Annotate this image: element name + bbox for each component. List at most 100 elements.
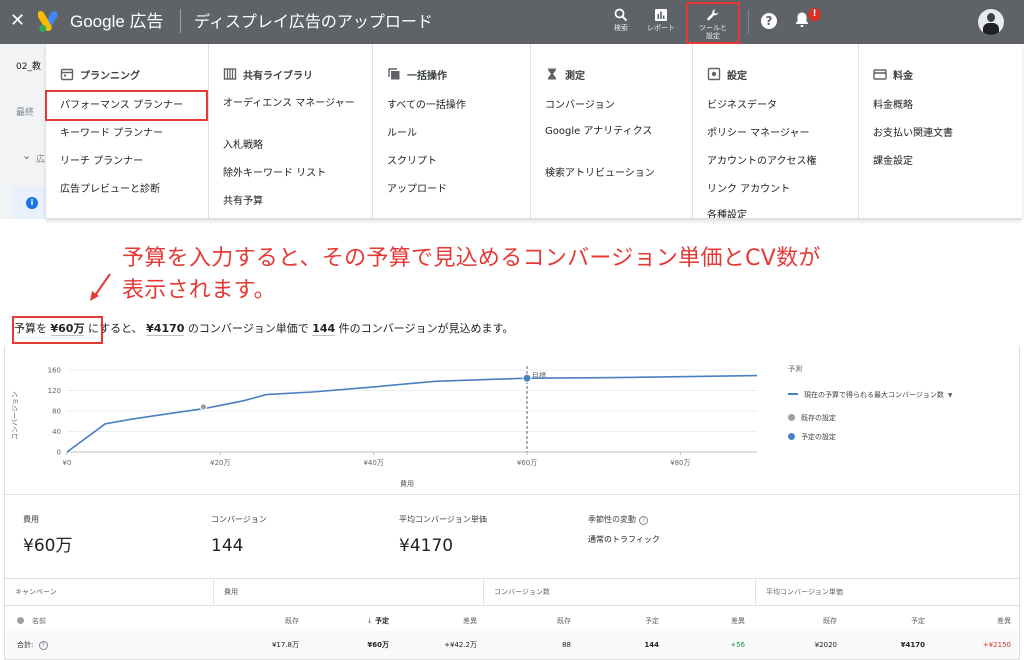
menu-item-negative-keyword-lists[interactable]: 除外キーワード リスト — [223, 168, 326, 180]
avatar-body — [983, 23, 999, 35]
search-icon — [614, 8, 628, 22]
menu-item-linked-accounts[interactable]: リンク アカウント — [707, 184, 790, 196]
y-tick-label: 0 — [57, 449, 61, 457]
x-tick-label: ¥80万 — [670, 459, 690, 467]
conv-planned-cell: 144 — [644, 641, 659, 649]
cost-existing-header[interactable]: 既存 — [255, 616, 299, 626]
menu-item-billing-documents[interactable]: お支払い関連文書 — [873, 128, 953, 140]
sentence-mid2: のコンバージョン単価で — [187, 322, 309, 335]
tools-menu-panel: プランニング パフォーマンス プランナー キーワード プランナー リーチ プラン… — [46, 44, 1022, 219]
reports-label: レポート — [647, 24, 675, 32]
menu-item-rules[interactable]: ルール — [387, 128, 417, 140]
stat-value: 通常のトラフィック — [588, 535, 660, 544]
legend-title: 予測 — [788, 365, 802, 373]
help-icon[interactable]: ? — [761, 13, 777, 29]
menu-item-uploads[interactable]: アップロード — [387, 184, 447, 196]
close-icon[interactable]: ✕ — [10, 11, 25, 31]
brand-name: Google 広告 — [70, 12, 164, 31]
menu-item-keyword-planner[interactable]: キーワード プランナー — [60, 128, 163, 140]
menu-column-planning: プランニング パフォーマンス プランナー キーワード プランナー リーチ プラン… — [46, 44, 208, 218]
background-last-text: 最終 — [16, 108, 35, 118]
conv-planned-header[interactable]: 予定 — [615, 616, 659, 626]
background-section-text: 広 — [36, 155, 46, 165]
y-tick-label: 120 — [48, 387, 61, 395]
x-tick-label: ¥60万 — [517, 459, 537, 467]
menu-item-google-analytics[interactable]: Google アナリティクス — [545, 126, 665, 138]
cpa-diff-header[interactable]: 差異 — [967, 616, 1011, 626]
name-header-label: 名前 — [32, 617, 46, 625]
forecast-stats: 費用 ¥60万 コンバージョン 144 平均コンバージョン単価 ¥4170 季節… — [4, 494, 1020, 578]
stat-conversions: コンバージョン 144 — [211, 515, 267, 557]
menu-item-reach-planner[interactable]: リーチ プランナー — [60, 156, 143, 168]
total-label: 合計: ? — [17, 640, 48, 650]
table-row-total: 合計: ? ¥17.8万 ¥60万 +¥42.2万 88 144 +56 ¥20… — [5, 631, 1019, 659]
group-conversions: コンバージョン数 — [483, 579, 755, 605]
y-axis-label: コンバージョン — [11, 391, 19, 440]
hourglass-icon — [548, 68, 556, 80]
menu-item-conversions[interactable]: コンバージョン — [545, 100, 615, 112]
legend-planned-label: 予定の設定 — [801, 433, 836, 441]
info-icon: i — [26, 197, 38, 209]
menu-item-business-data[interactable]: ビジネスデータ — [707, 100, 777, 112]
avatar[interactable] — [978, 9, 1004, 35]
annotation-text: 予算を入力すると、その予算で見込めるコンバージョン単価とCV数が 表示されます。 — [122, 243, 1002, 307]
menu-item-account-access[interactable]: アカウントのアクセス権 — [707, 156, 817, 168]
x-tick-label: ¥20万 — [210, 459, 230, 467]
stat-value: 144 — [211, 536, 244, 556]
page-title: ディスプレイ広告のアップロード — [194, 12, 433, 31]
menu-item-bid-strategies[interactable]: 入札戦略 — [223, 140, 263, 152]
total-label-text: 合計: — [17, 641, 34, 649]
conversions-value[interactable]: 144 — [312, 322, 336, 336]
x-tick-label: ¥0 — [63, 459, 72, 467]
annotation-arrow-icon — [90, 273, 111, 301]
forecast-chart[interactable]: 04080120160¥0 ¥20万 ¥40万 ¥60万 ¥80万目標 — [5, 346, 785, 494]
menu-item-all-bulk-actions[interactable]: すべての一括操作 — [387, 100, 466, 112]
series-line — [66, 374, 758, 453]
menu-heading-settings: 設定 — [707, 64, 747, 82]
cost-planned-header[interactable]: ↓ 予定 — [345, 616, 389, 626]
conv-existing-cell: 88 — [562, 641, 571, 649]
menu-item-search-attribution[interactable]: 検索アトリビューション — [545, 168, 655, 180]
menu-column-billing: 料金 料金概略 お支払い関連文書 課金設定 — [858, 44, 1022, 218]
cost-diff-cell: +¥42.2万 — [444, 641, 477, 649]
stat-value: ¥4170 — [399, 536, 454, 556]
cost-diff-header[interactable]: 差異 — [433, 616, 477, 626]
menu-heading-label: 設定 — [727, 71, 747, 82]
copy-icon — [388, 68, 400, 80]
legend-line-swatch — [788, 393, 798, 395]
legend-series-select[interactable]: 現在の予算で得られる最大コンバージョン数 ▼ — [788, 390, 953, 401]
google-ads-logo — [38, 11, 58, 33]
menu-heading-measurement: 測定 — [545, 64, 585, 82]
menu-item-audience-manager[interactable]: オーディエンス マネージャー — [223, 98, 363, 110]
sort-arrow-icon: ↓ — [366, 617, 373, 625]
cpa-planned-header[interactable]: 予定 — [881, 616, 925, 626]
cpa-existing-header[interactable]: 既存 — [793, 616, 837, 626]
help-circle-icon[interactable]: ? — [38, 641, 48, 650]
app-bar: ✕ Google 広告 ディスプレイ広告のアップロード 検索 レポート ツールと… — [0, 0, 1024, 44]
menu-item-policy-manager[interactable]: ポリシー マネージャー — [707, 128, 809, 140]
chevron-down-icon[interactable]: ⌄ — [22, 150, 31, 162]
stat-value: ¥60万 — [23, 536, 73, 556]
annotation-line-2: 表示されます。 — [122, 278, 276, 303]
menu-item-billing-settings[interactable]: 課金設定 — [873, 156, 913, 168]
conv-diff-header[interactable]: 差異 — [701, 616, 745, 626]
stat-label: 平均コンバージョン単価 — [399, 515, 487, 524]
name-column-header[interactable]: 名前 — [17, 616, 46, 626]
title-divider — [180, 9, 181, 33]
menu-item-shared-budgets[interactable]: 共有予算 — [223, 196, 263, 208]
menu-item-ad-preview[interactable]: 広告プレビューと診断 — [60, 184, 160, 196]
group-avg-cpa: 平均コンバージョン単価 — [755, 579, 1019, 605]
sentence-suffix: 件のコンバージョンが見込めます。 — [338, 322, 514, 335]
menu-item-preferences[interactable]: 各種設定 — [707, 210, 747, 218]
menu-column-settings: 設定 ビジネスデータ ポリシー マネージャー アカウントのアクセス権 リンク ア… — [692, 44, 858, 218]
cpa-value[interactable]: ¥4170 — [146, 322, 185, 336]
reports-button[interactable]: レポート — [638, 6, 684, 40]
menu-item-scripts[interactable]: スクリプト — [387, 156, 437, 168]
conv-existing-header[interactable]: 既存 — [527, 616, 571, 626]
forecast-table: キャンペーン 費用 コンバージョン数 平均コンバージョン単価 名前 既存 ↓ 予… — [4, 578, 1020, 660]
bar-chart-icon — [655, 9, 667, 21]
legend-series-label: 現在の予算で得られる最大コンバージョン数 — [804, 391, 944, 399]
menu-item-billing-summary[interactable]: 料金概略 — [873, 100, 913, 112]
help-circle-icon[interactable]: ? — [639, 516, 648, 525]
legend-existing: 既存の設定 — [788, 413, 836, 423]
